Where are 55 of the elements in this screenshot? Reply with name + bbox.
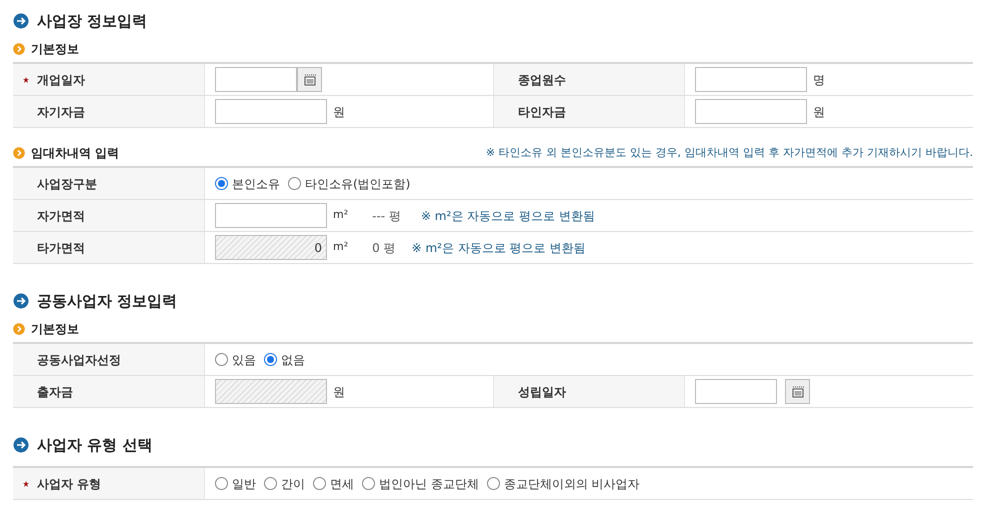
conversion-note: ※ m²은 자동으로 평으로 변환됨 [412,240,586,256]
required-icon [23,76,29,82]
section-title: 사업자 유형 선택 [37,434,152,456]
field-label: 출자금 [37,384,73,400]
field-label: 사업자 유형 [37,476,102,492]
calendar-button[interactable] [297,67,322,92]
section-title: 사업장 정보입력 [37,10,148,32]
arrow-circle-icon [13,293,29,309]
input-field[interactable] [215,99,327,124]
chevron-circle-icon [13,147,25,159]
arrow-circle-icon [13,437,29,453]
radio-option[interactable]: 법인아닌 종교단체 [362,474,479,492]
chevron-circle-icon [13,323,25,335]
input-field[interactable] [215,67,297,92]
pyeong-value: --- 평 [372,208,401,224]
input-field[interactable] [695,379,777,404]
field-label: 공동사업자선정 [37,352,121,368]
radio-option[interactable]: 본인소유 [215,174,280,192]
field-label: 타인자금 [518,104,566,120]
radio-option[interactable]: 종교단체이외의 비사업자 [486,474,640,492]
required-icon [23,480,29,486]
chevron-circle-icon [13,43,25,55]
pyeong-value: 0 평 [372,240,396,256]
field-label: 개업일자 [37,72,85,88]
input-field[interactable] [695,99,807,124]
field-label: 성립일자 [518,384,566,400]
calendar-icon [304,74,316,86]
field-label: 종업원수 [518,72,566,88]
radio-option[interactable]: 면세 [313,474,354,492]
radio-option[interactable]: 일반 [215,474,256,492]
input-field[interactable] [215,203,327,228]
unit-label: m² [333,207,348,224]
radio-option[interactable]: 있음 [215,350,256,368]
calendar-button[interactable] [785,379,810,404]
arrow-circle-icon [13,13,29,29]
calendar-icon [792,386,804,398]
input-field[interactable] [695,67,807,92]
unit-label: 원 [813,104,825,120]
conversion-note: ※ m²은 자동으로 평으로 변환됨 [420,208,595,224]
unit-label: m² [333,239,348,256]
subsection-title: 기본정보 [31,41,79,58]
unit-label: 명 [813,72,825,88]
field-label: 자기자금 [37,104,85,120]
subsection-title: 임대차내역 입력 [31,145,120,162]
unit-label: 원 [333,104,345,120]
lease-note: ※ 타인소유 외 본인소유분도 있는 경우, 임대차내역 입력 후 자가면적에 추가 기재하시기 바랍니다. [486,144,973,161]
radio-option[interactable]: 간이 [264,474,305,492]
radio-option[interactable]: 타인소유(법인포함) [288,174,410,192]
subsection-title: 기본정보 [31,321,79,338]
field-label: 사업장구분 [37,176,97,192]
radio-option[interactable]: 없음 [264,350,305,368]
field-label: 타가면적 [37,240,85,256]
section-title: 공동사업자 정보입력 [37,290,178,312]
field-label: 자가면적 [37,208,85,224]
unit-label: 원 [333,384,345,400]
